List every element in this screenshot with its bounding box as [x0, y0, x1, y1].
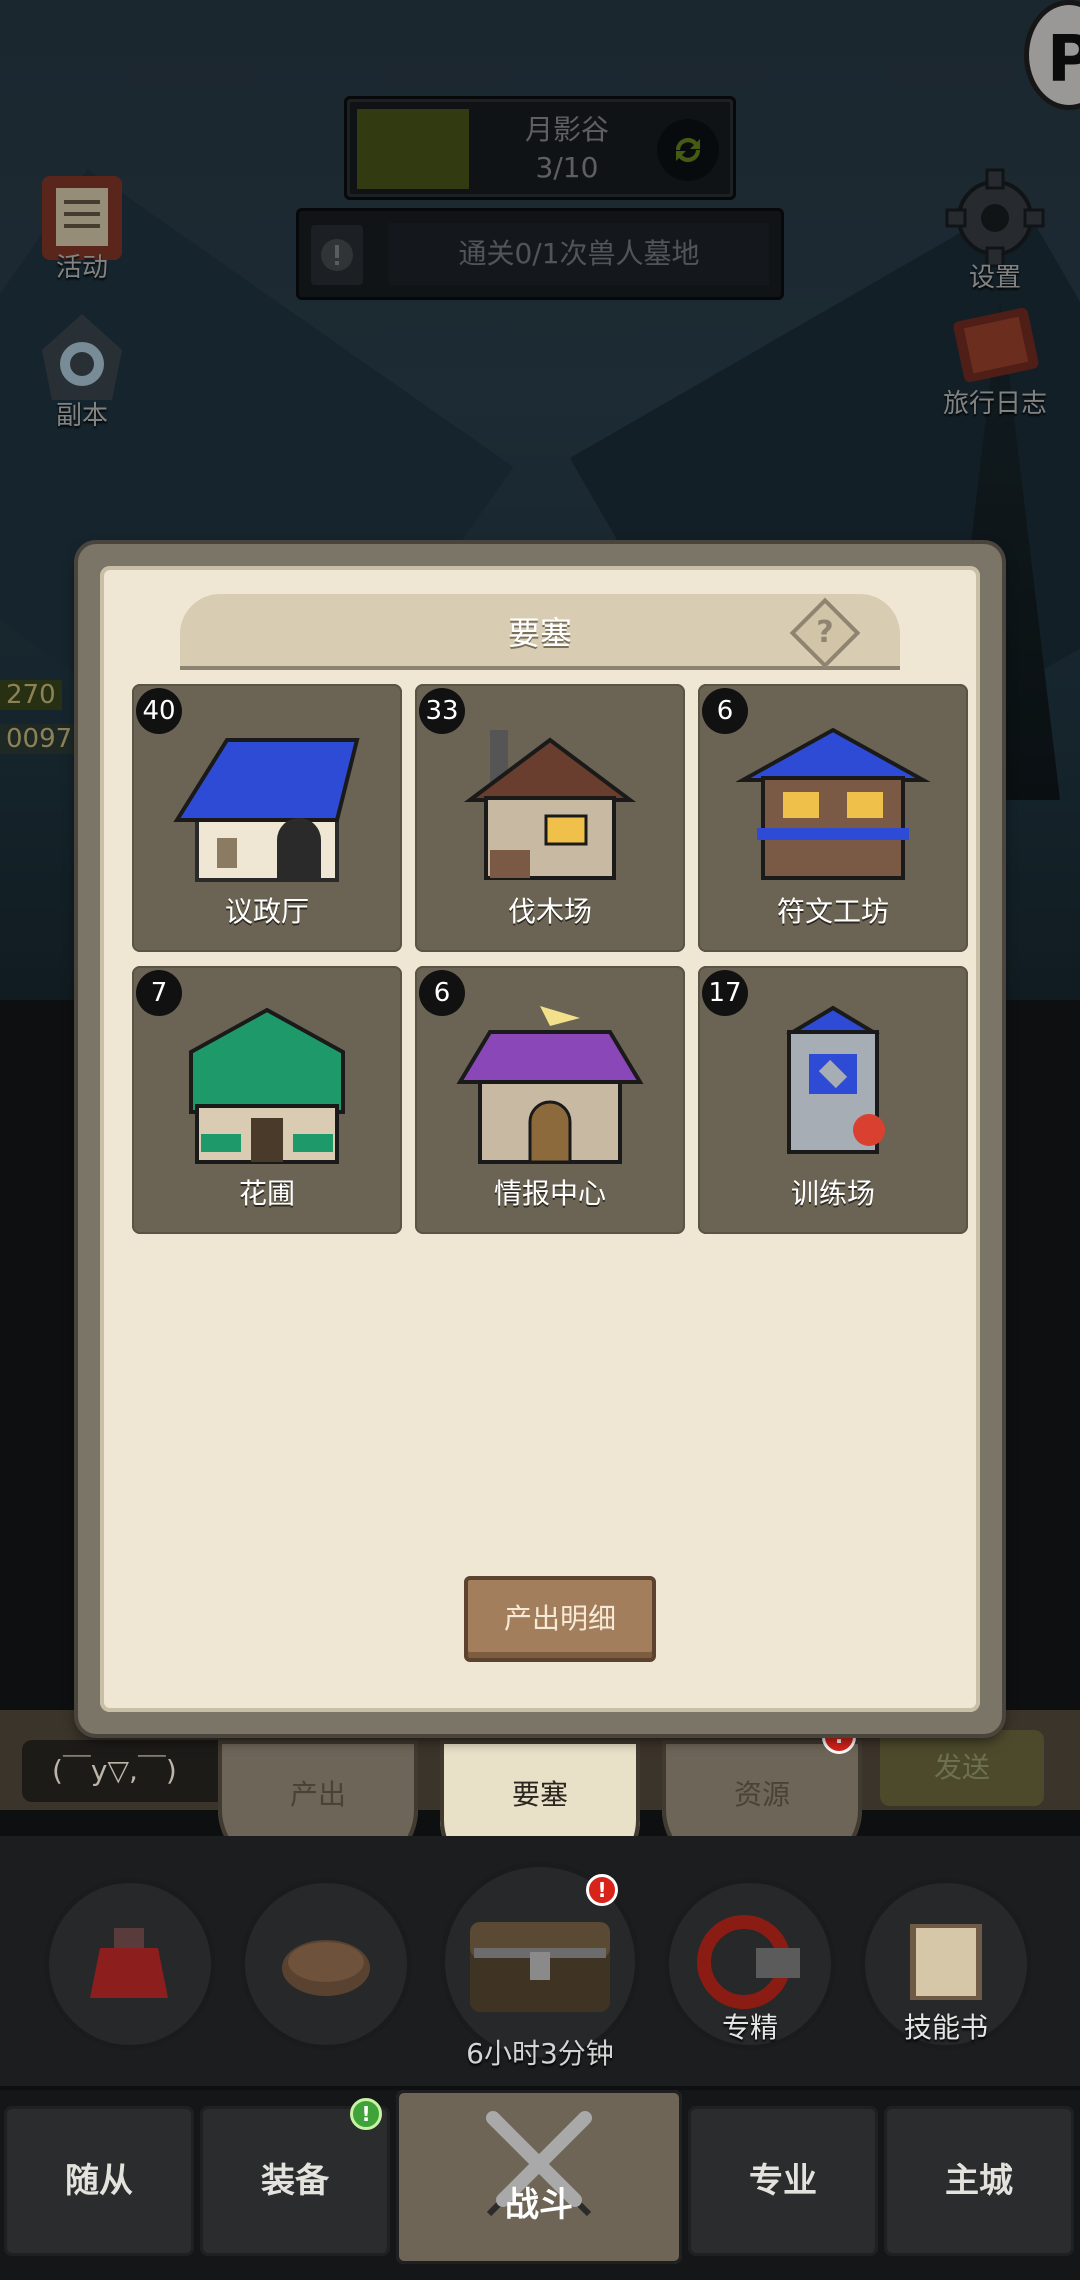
chat-input[interactable]: (￣y▽,￣) — [22, 1740, 242, 1802]
modal-header: 要塞 ? — [180, 594, 900, 670]
building-card[interactable]: 6 符文工坊 — [698, 684, 968, 952]
modal-body: 要塞 ? 40 议政厅 33 伐木场 6 符文工坊 7 花圃 6 情报中心 17… — [100, 566, 980, 1712]
mastery-label: 专精 — [721, 2011, 778, 2044]
tab-output-label: 产出 — [289, 1778, 346, 1811]
potion-icon — [90, 1928, 168, 1998]
building-name: 伐木场 — [507, 895, 592, 928]
building-card[interactable]: 6 情报中心 — [415, 966, 685, 1234]
nav-main-city[interactable]: 主城 — [884, 2106, 1074, 2256]
nav-equipment-label: 装备 — [261, 2161, 329, 2201]
nav-followers[interactable]: 随从 — [4, 2106, 194, 2256]
building-card[interactable]: 17 训练场 — [698, 966, 968, 1234]
tab-resources-label: 资源 — [733, 1778, 790, 1811]
building-card[interactable]: 40 议政厅 — [132, 684, 402, 952]
building-name: 训练场 — [790, 1177, 875, 1210]
nav-battle[interactable]: 战斗 — [396, 2090, 682, 2264]
fortress-modal: 要塞 ? 40 议政厅 33 伐木场 6 符文工坊 7 花圃 6 情报中心 17… — [78, 544, 1002, 1734]
training-ground-icon — [785, 1005, 885, 1154]
chest-timer: 6小时3分钟 — [466, 2037, 614, 2070]
intel-center-icon — [456, 1006, 644, 1164]
potion-button[interactable] — [44, 1878, 216, 2050]
nav-profession[interactable]: 专业 — [688, 2106, 878, 2256]
building-name: 议政厅 — [224, 895, 309, 928]
building-card[interactable]: 7 花圃 — [132, 966, 402, 1234]
garden-icon — [189, 1007, 345, 1164]
building-name: 花圃 — [238, 1177, 295, 1210]
nav-followers-label: 随从 — [65, 2161, 133, 2201]
tab-fortress-label: 要塞 — [511, 1778, 568, 1811]
nav-profession-label: 专业 — [749, 2161, 817, 2201]
chest-alert-badge: ! — [586, 1874, 618, 1906]
lumber-mill-icon — [464, 730, 636, 880]
bread-icon — [282, 1940, 370, 1996]
send-button[interactable]: 发送 — [880, 1730, 1044, 1806]
bread-button[interactable] — [240, 1878, 412, 2050]
skill-book-label: 技能书 — [903, 2011, 988, 2044]
building-card[interactable]: 33 伐木场 — [415, 684, 685, 952]
town-hall-icon — [173, 738, 360, 882]
help-glyph: ? — [816, 615, 834, 650]
building-name: 情报中心 — [493, 1177, 606, 1210]
equipment-alert-badge: ! — [350, 2098, 382, 2130]
building-name: 符文工坊 — [776, 895, 889, 928]
output-detail-button[interactable]: 产出明细 — [464, 1576, 656, 1662]
nav-main-city-label: 主城 — [945, 2161, 1013, 2201]
nav-battle-label: 战斗 — [505, 2185, 573, 2225]
rune-workshop-icon — [735, 727, 931, 880]
